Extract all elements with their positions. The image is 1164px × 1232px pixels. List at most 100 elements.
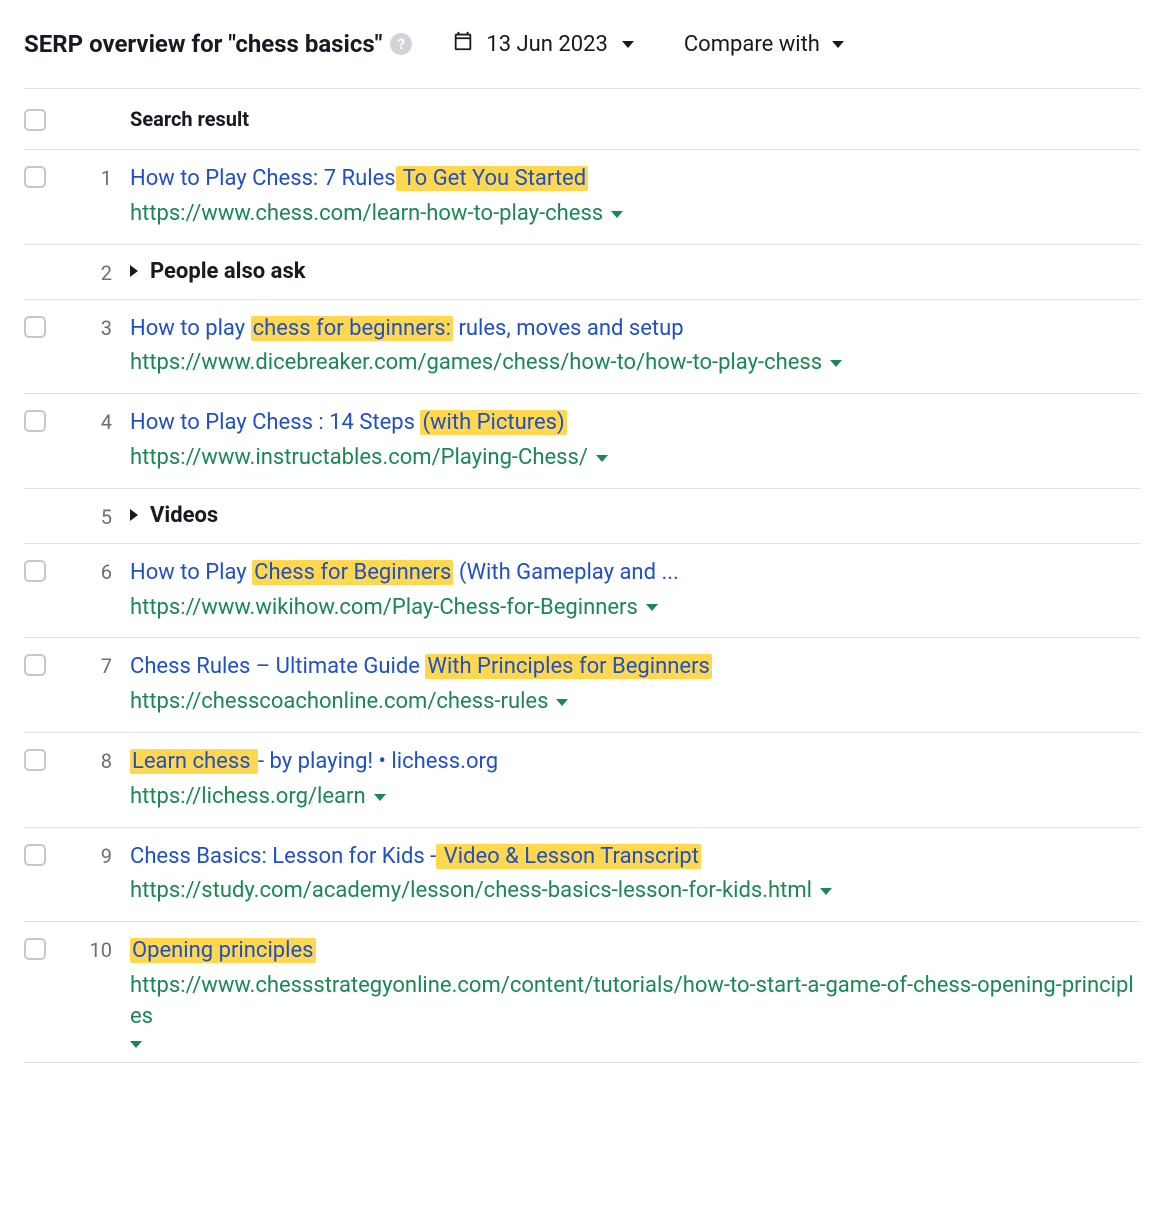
result-title-link[interactable]: Opening principles xyxy=(130,938,316,963)
row-content: Learn chess - by playing! • lichess.org h… xyxy=(130,747,1140,813)
result-url-line: https://www.chess.com/learn-how-to-play-… xyxy=(130,199,1140,230)
result-url[interactable]: https://lichess.org/learn xyxy=(130,782,366,813)
chevron-down-icon[interactable] xyxy=(830,360,842,367)
result-title-link[interactable]: How to play chess for beginners: rules, … xyxy=(130,316,684,341)
row-checkbox-cell xyxy=(24,164,80,230)
chevron-down-icon xyxy=(622,41,634,48)
chevron-down-icon[interactable] xyxy=(556,699,568,706)
serp-feature-expander[interactable]: People also ask xyxy=(130,259,1140,284)
row-content: Opening principles https://www.chessstra… xyxy=(130,936,1140,1047)
result-url-line: https://www.dicebreaker.com/games/chess/… xyxy=(130,348,1140,379)
result-title-link[interactable]: Learn chess - by playing! • lichess.org xyxy=(130,749,498,774)
row-content: How to Play Chess: 7 Rules To Get You St… xyxy=(130,164,1140,230)
serp-feature-expander[interactable]: Videos xyxy=(130,503,1140,528)
chevron-down-icon[interactable] xyxy=(130,1041,142,1048)
result-title: Chess Rules – Ultimate Guide With Princi… xyxy=(130,652,1140,683)
row-checkbox[interactable] xyxy=(24,410,46,432)
title-text: Chess Basics: Lesson for Kids - xyxy=(130,844,436,869)
result-url[interactable]: https://study.com/academy/lesson/chess-b… xyxy=(130,876,812,907)
row-checkbox-cell xyxy=(24,747,80,813)
table-header: Search result xyxy=(24,88,1140,150)
result-url-line: https://study.com/academy/lesson/chess-b… xyxy=(130,876,1140,907)
row-checkbox-cell xyxy=(24,503,80,529)
chevron-down-icon[interactable] xyxy=(611,211,623,218)
chevron-down-icon[interactable] xyxy=(646,604,658,611)
result-title-link[interactable]: How to Play Chess for Beginners (With Ga… xyxy=(130,560,679,585)
row-content: How to play chess for beginners: rules, … xyxy=(130,314,1140,380)
title-highlight: chess for beginners: xyxy=(251,316,453,341)
result-title: How to Play Chess: 7 Rules To Get You St… xyxy=(130,164,1140,195)
result-title-link[interactable]: Chess Basics: Lesson for Kids - Video & … xyxy=(130,844,701,869)
serp-rows: 1How to Play Chess: 7 Rules To Get You S… xyxy=(24,150,1140,1063)
title-highlight: Learn chess xyxy=(130,749,258,774)
title-text: How to Play Chess : 14 Steps xyxy=(130,410,420,435)
row-content: People also ask xyxy=(130,259,1140,285)
table-row: 4How to Play Chess : 14 Steps (with Pict… xyxy=(24,394,1140,489)
result-url[interactable]: https://www.wikihow.com/Play-Chess-for-B… xyxy=(130,593,638,624)
calendar-icon xyxy=(452,30,474,58)
row-content: Chess Basics: Lesson for Kids - Video & … xyxy=(130,842,1140,908)
chevron-down-icon[interactable] xyxy=(596,455,608,462)
result-url[interactable]: https://www.dicebreaker.com/games/chess/… xyxy=(130,348,822,379)
table-row: 1How to Play Chess: 7 Rules To Get You S… xyxy=(24,150,1140,245)
row-content: Chess Rules – Ultimate Guide With Princi… xyxy=(130,652,1140,718)
row-checkbox[interactable] xyxy=(24,316,46,338)
table-row: 6How to Play Chess for Beginners (With G… xyxy=(24,544,1140,639)
search-result-header: Search result xyxy=(130,107,249,131)
table-row: 9Chess Basics: Lesson for Kids - Video &… xyxy=(24,828,1140,923)
row-checkbox[interactable] xyxy=(24,938,46,960)
compare-label: Compare with xyxy=(684,32,820,57)
row-checkbox[interactable] xyxy=(24,560,46,582)
row-checkbox-cell xyxy=(24,558,80,624)
title-highlight: To Get You Started xyxy=(396,166,589,191)
title-highlight: Opening principles xyxy=(130,938,316,963)
compare-selector[interactable]: Compare with xyxy=(684,32,844,57)
row-checkbox[interactable] xyxy=(24,654,46,676)
row-checkbox[interactable] xyxy=(24,749,46,771)
chevron-down-icon[interactable] xyxy=(820,888,832,895)
row-checkbox[interactable] xyxy=(24,844,46,866)
row-rank: 10 xyxy=(80,936,130,1047)
chevron-down-icon xyxy=(832,41,844,48)
title-highlight: (with Pictures) xyxy=(420,410,566,435)
date-selector[interactable]: 13 Jun 2023 xyxy=(452,30,634,58)
result-url[interactable]: https://www.chessstrategyonline.com/cont… xyxy=(130,971,1140,1033)
chevron-down-icon[interactable] xyxy=(374,794,386,801)
help-icon[interactable]: ? xyxy=(390,33,412,55)
row-rank: 6 xyxy=(80,558,130,624)
row-rank: 1 xyxy=(80,164,130,230)
row-content: Videos xyxy=(130,503,1140,529)
table-row: 8 Learn chess - by playing! • lichess.or… xyxy=(24,733,1140,828)
result-title-link[interactable]: How to Play Chess : 14 Steps (with Pictu… xyxy=(130,410,567,435)
row-rank: 2 xyxy=(80,259,130,285)
date-value: 13 Jun 2023 xyxy=(486,32,608,57)
title-text: Chess Rules – Ultimate Guide xyxy=(130,654,425,679)
result-url[interactable]: https://www.chess.com/learn-how-to-play-… xyxy=(130,199,603,230)
table-row: 10 Opening principles https://www.chesss… xyxy=(24,922,1140,1062)
chevron-right-icon xyxy=(130,509,138,521)
title-text: - by playing! • lichess.org xyxy=(258,749,498,774)
chevron-right-icon xyxy=(130,265,138,277)
table-row: 3How to play chess for beginners: rules,… xyxy=(24,300,1140,395)
row-checkbox[interactable] xyxy=(24,166,46,188)
title-highlight: Chess for Beginners xyxy=(252,560,453,585)
result-title: Chess Basics: Lesson for Kids - Video & … xyxy=(130,842,1140,873)
result-title-link[interactable]: How to Play Chess: 7 Rules To Get You St… xyxy=(130,166,588,191)
row-checkbox-cell xyxy=(24,936,80,1047)
result-url-line: https://chesscoachonline.com/chess-rules xyxy=(130,687,1140,718)
title-text: rules, moves and setup xyxy=(453,316,684,341)
result-title-link[interactable]: Chess Rules – Ultimate Guide With Princi… xyxy=(130,654,712,679)
row-rank: 8 xyxy=(80,747,130,813)
select-all-checkbox[interactable] xyxy=(24,109,46,131)
result-url[interactable]: https://www.instructables.com/Playing-Ch… xyxy=(130,443,588,474)
serp-feature-label: Videos xyxy=(150,503,218,528)
row-checkbox-cell xyxy=(24,842,80,908)
result-title: How to Play Chess for Beginners (With Ga… xyxy=(130,558,1140,589)
serp-feature-label: People also ask xyxy=(150,259,306,284)
row-checkbox-cell xyxy=(24,652,80,718)
result-url[interactable]: https://chesscoachonline.com/chess-rules xyxy=(130,687,548,718)
row-rank: 3 xyxy=(80,314,130,380)
row-checkbox-cell xyxy=(24,259,80,285)
result-title: Learn chess - by playing! • lichess.org xyxy=(130,747,1140,778)
row-rank: 9 xyxy=(80,842,130,908)
